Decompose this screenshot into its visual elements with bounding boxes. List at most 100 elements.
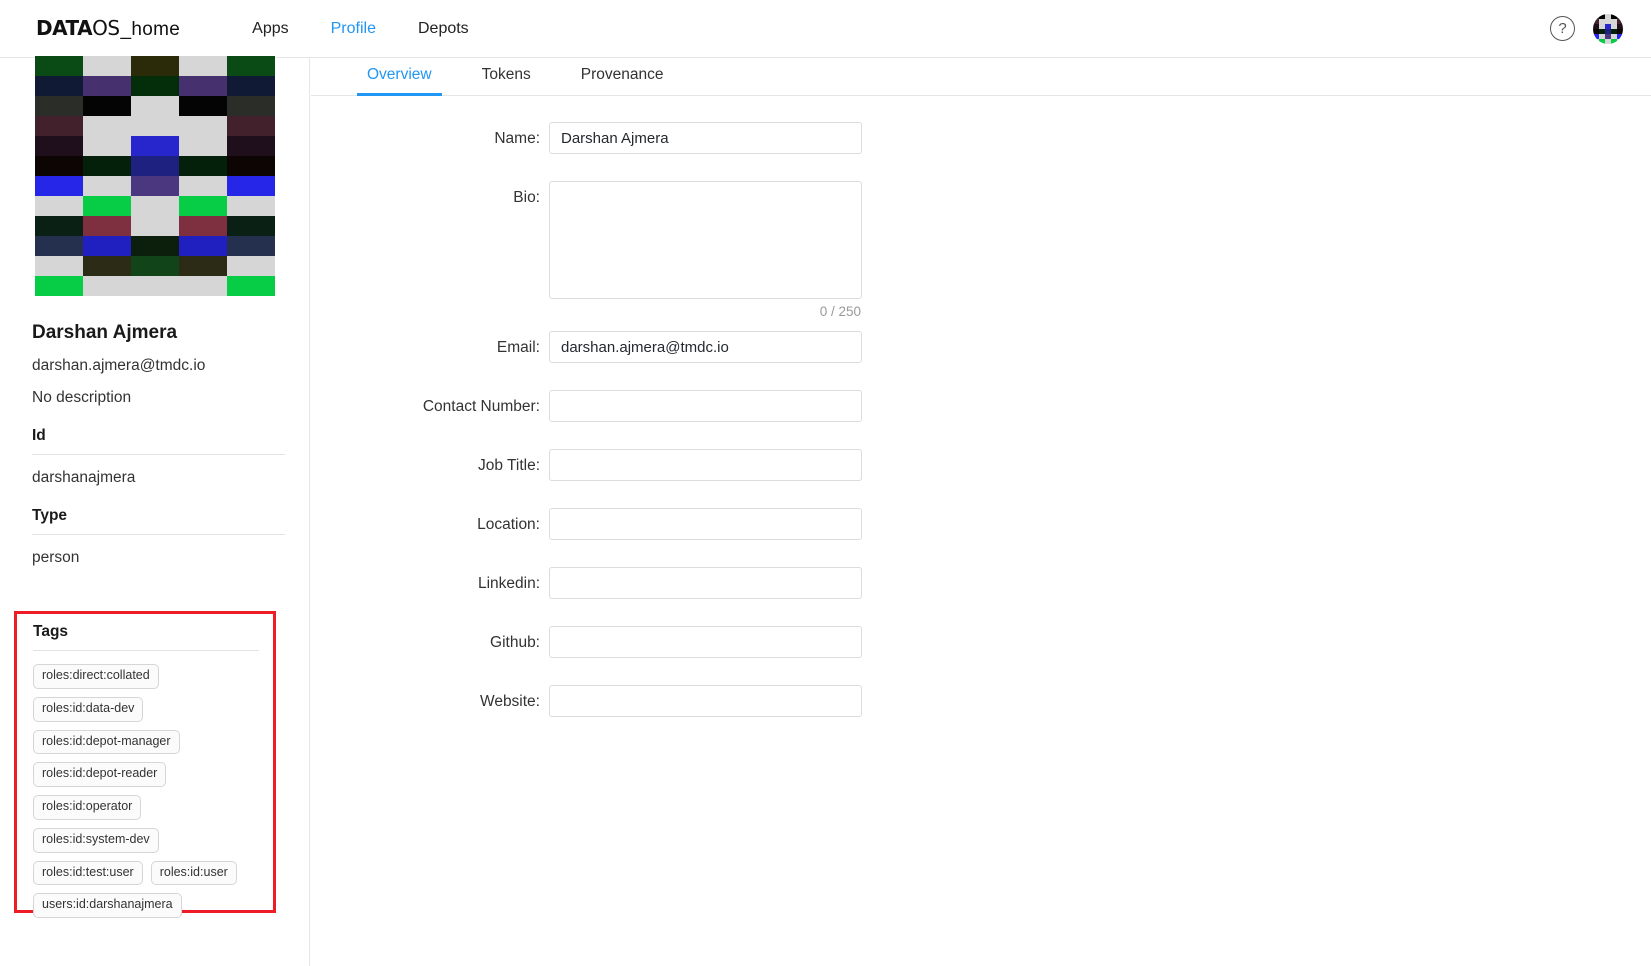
avatar[interactable]	[1593, 14, 1623, 44]
identicon-cell	[35, 56, 83, 76]
identicon-cell	[179, 116, 227, 136]
identicon-cell	[83, 56, 131, 76]
form-row-email: Email:	[311, 331, 1651, 363]
identicon-cell	[179, 196, 227, 216]
email-label: Email:	[311, 331, 549, 357]
identicon-cell	[131, 276, 179, 296]
identicon-cell	[227, 76, 275, 96]
tag-chip[interactable]: roles:id:operator	[33, 795, 141, 820]
identicon-cell	[131, 196, 179, 216]
tags-section: Tags roles:direct:collatedroles:id:data-…	[14, 611, 276, 913]
profile-email: darshan.ajmera@tmdc.io	[32, 357, 289, 375]
nav-item-apps[interactable]: Apps	[252, 20, 288, 38]
tag-chip[interactable]: roles:id:system-dev	[33, 828, 159, 853]
type-section-value: person	[32, 549, 289, 567]
identicon-cell	[227, 236, 275, 256]
identicon-cell	[35, 276, 83, 296]
job-title-label: Job Title:	[311, 449, 549, 475]
identicon-cell	[131, 256, 179, 276]
tag-chip[interactable]: roles:id:depot-reader	[33, 762, 166, 787]
location-input[interactable]	[549, 508, 862, 540]
identicon-cell	[83, 216, 131, 236]
identicon-cell	[35, 136, 83, 156]
tab-provenance[interactable]: Provenance	[571, 66, 674, 96]
tags-section-divider	[33, 650, 259, 651]
identicon-cell	[83, 276, 131, 296]
id-section-divider	[32, 454, 285, 455]
tag-chip[interactable]: roles:id:test:user	[33, 861, 143, 886]
bio-label: Bio:	[311, 181, 549, 207]
email-input[interactable]	[549, 331, 862, 363]
identicon-cell	[35, 236, 83, 256]
identicon-cell	[83, 256, 131, 276]
type-section-divider	[32, 534, 285, 535]
identicon-cell	[131, 216, 179, 236]
header-actions: ?	[1550, 14, 1623, 44]
tag-chip[interactable]: roles:id:depot-manager	[33, 730, 180, 755]
location-label: Location:	[311, 508, 549, 534]
name-label: Name:	[311, 122, 549, 148]
identicon-cell	[227, 136, 275, 156]
identicon-cell	[35, 256, 83, 276]
identicon-grid-small	[1593, 14, 1623, 44]
identicon-cell	[179, 96, 227, 116]
identicon-cell	[179, 56, 227, 76]
bio-char-counter: 0 / 250	[820, 304, 861, 319]
identicon-cell	[179, 76, 227, 96]
nav-item-profile[interactable]: Profile	[331, 20, 376, 38]
profile-form: Name: Bio: 0 / 250 Email: Contact Number…	[311, 96, 1651, 717]
identicon-cell	[131, 236, 179, 256]
identicon-cell	[131, 116, 179, 136]
identicon-cell	[227, 196, 275, 216]
identicon-cell	[131, 156, 179, 176]
identicon-cell	[83, 96, 131, 116]
identicon-cell	[179, 176, 227, 196]
profile-tabs: Overview Tokens Provenance	[311, 58, 1651, 96]
contact-number-input[interactable]	[549, 390, 862, 422]
identicon-cell	[35, 196, 83, 216]
tag-chip[interactable]: roles:id:user	[151, 861, 237, 886]
identicon-cell	[35, 156, 83, 176]
github-label: Github:	[311, 626, 549, 652]
brand-os-text: OS	[92, 16, 119, 40]
identicon-cell	[35, 116, 83, 136]
nav-item-depots[interactable]: Depots	[418, 20, 469, 38]
help-icon[interactable]: ?	[1550, 16, 1575, 41]
identicon-cell	[35, 96, 83, 116]
main-nav: Apps Profile Depots	[252, 20, 469, 38]
identicon-cell	[35, 76, 83, 96]
identicon-cell	[179, 276, 227, 296]
brand-logo[interactable]: DATAOS_home	[36, 16, 180, 41]
identicon-cell	[83, 156, 131, 176]
profile-avatar-large	[35, 56, 275, 296]
github-input[interactable]	[549, 626, 862, 658]
identicon-cell	[131, 176, 179, 196]
form-row-contact-number: Contact Number:	[311, 390, 1651, 422]
form-row-github: Github:	[311, 626, 1651, 658]
linkedin-input[interactable]	[549, 567, 862, 599]
brand-data-text: DATA	[36, 16, 92, 40]
bio-textarea[interactable]	[549, 181, 862, 299]
tab-overview[interactable]: Overview	[357, 66, 442, 96]
website-input[interactable]	[549, 685, 862, 717]
identicon-cell	[35, 216, 83, 236]
identicon-cell	[227, 276, 275, 296]
form-row-name: Name:	[311, 122, 1651, 154]
tag-chip[interactable]: users:id:darshanajmera	[33, 893, 182, 918]
website-label: Website:	[311, 685, 549, 711]
profile-main-panel: Overview Tokens Provenance Name: Bio: 0 …	[311, 58, 1651, 966]
tab-tokens[interactable]: Tokens	[472, 66, 541, 96]
job-title-input[interactable]	[549, 449, 862, 481]
identicon-cell	[179, 156, 227, 176]
name-input[interactable]	[549, 122, 862, 154]
identicon-cell	[83, 236, 131, 256]
tag-chip[interactable]: roles:id:data-dev	[33, 697, 143, 722]
tag-chip[interactable]: roles:direct:collated	[33, 664, 159, 689]
identicon-cell	[131, 136, 179, 156]
profile-description: No description	[32, 389, 289, 407]
profile-sidebar: Darshan Ajmera darshan.ajmera@tmdc.io No…	[0, 58, 310, 966]
identicon-cell	[83, 136, 131, 156]
profile-name: Darshan Ajmera	[32, 322, 289, 344]
identicon-cell	[131, 96, 179, 116]
identicon-grid-large	[35, 56, 275, 296]
